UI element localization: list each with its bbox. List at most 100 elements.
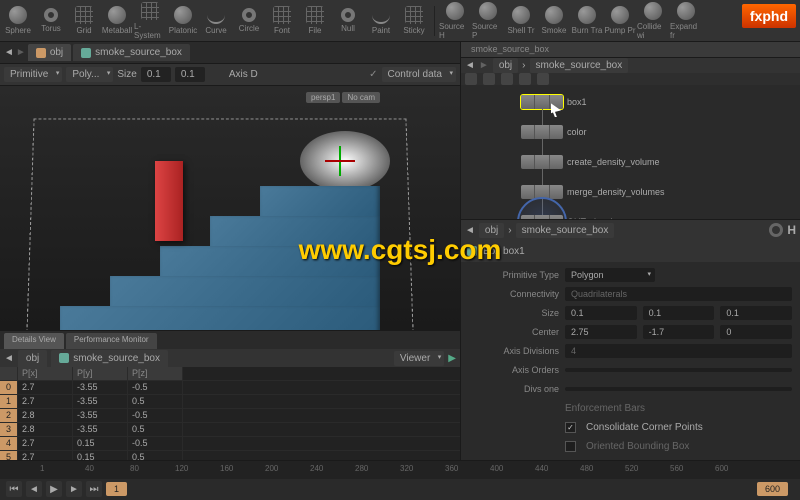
table-row[interactable]: 42.70.15-0.5	[0, 437, 460, 451]
tool-expandfr[interactable]: Expand fr	[670, 2, 702, 40]
tool-btn-5[interactable]	[537, 73, 549, 85]
tool-file[interactable]: File	[299, 2, 331, 40]
table-cell[interactable]: 2.7	[18, 437, 73, 450]
back-icon[interactable]: ◄	[4, 353, 14, 364]
tool-metaball[interactable]: Metaball	[101, 2, 133, 40]
table-cell[interactable]: -3.55	[73, 409, 128, 422]
tool-paint[interactable]: Paint	[365, 2, 397, 40]
bc-obj[interactable]: obj	[493, 58, 518, 73]
tool-curve[interactable]: Curve	[200, 2, 232, 40]
tool-sphere[interactable]: Sphere	[2, 2, 34, 40]
table-cell[interactable]: 0.15	[73, 451, 128, 460]
end-frame-field[interactable]: 600	[757, 482, 788, 496]
tool-platonic[interactable]: Platonic	[167, 2, 199, 40]
node-box[interactable]	[521, 155, 563, 169]
tool-circle[interactable]: Circle	[233, 2, 265, 40]
prim-type-dropdown[interactable]: Polygon	[565, 268, 655, 282]
center-x[interactable]: 2.75	[565, 325, 637, 339]
column-header[interactable]	[0, 367, 18, 380]
tool-btn-1[interactable]	[465, 73, 477, 85]
table-cell[interactable]: -0.5	[128, 381, 183, 394]
table-cell[interactable]: 0.5	[128, 423, 183, 436]
tool-sticky[interactable]: Sticky	[398, 2, 430, 40]
poly-dropdown[interactable]: Poly...	[66, 67, 113, 82]
next-frame-icon[interactable]: ►	[66, 481, 82, 497]
table-cell[interactable]: -3.55	[73, 381, 128, 394]
table-cell[interactable]: 2.8	[18, 423, 73, 436]
table-cell[interactable]: 5	[0, 451, 18, 460]
table-cell[interactable]: 0.5	[128, 395, 183, 408]
help-icon[interactable]: H	[787, 223, 796, 237]
spread-name-tab[interactable]: smoke_source_box	[51, 350, 168, 367]
size-z[interactable]: 0.1	[720, 306, 792, 320]
table-cell[interactable]: 0	[0, 381, 18, 394]
viewport-path-tab[interactable]: smoke_source_box	[73, 44, 190, 61]
tool-smoke[interactable]: Smoke	[538, 2, 570, 40]
size-field-1[interactable]: 0.1	[141, 67, 171, 82]
timeline-track[interactable]: 1408012016020024028032036040044048052056…	[0, 461, 800, 479]
back-icon[interactable]: ◄	[4, 47, 14, 58]
performance-tab[interactable]: Performance Monitor	[66, 333, 157, 349]
column-header[interactable]: P[z]	[128, 367, 183, 380]
size-x[interactable]: 0.1	[565, 306, 637, 320]
last-frame-icon[interactable]: ⏭	[86, 481, 102, 497]
tool-sourcep[interactable]: Source P	[472, 2, 504, 40]
spread-obj-tab[interactable]: obj	[18, 350, 47, 367]
tool-shelltr[interactable]: Shell Tr	[505, 2, 537, 40]
fwd-icon[interactable]: ►	[16, 47, 26, 58]
viewport-tab[interactable]: obj	[28, 44, 71, 61]
table-cell[interactable]: 2.8	[18, 409, 73, 422]
table-cell[interactable]: 2.7	[18, 381, 73, 394]
table-row[interactable]: 22.8-3.55-0.5	[0, 409, 460, 423]
table-row[interactable]: 52.70.150.5	[0, 451, 460, 460]
param-bc-name[interactable]: smoke_source_box	[516, 223, 615, 238]
axis-div-field[interactable]: 4	[565, 344, 792, 358]
node-create_density_volume[interactable]: create_density_volume	[521, 155, 660, 169]
table-row[interactable]: 12.7-3.550.5	[0, 395, 460, 409]
details-tab[interactable]: Details View	[4, 333, 64, 349]
node-color[interactable]: color	[521, 125, 587, 139]
transform-gizmo[interactable]	[325, 146, 355, 176]
first-frame-icon[interactable]: ⏮	[6, 481, 22, 497]
viewer-dropdown[interactable]: Viewer	[394, 351, 444, 366]
size-y[interactable]: 0.1	[643, 306, 715, 320]
tool-font[interactable]: Font	[266, 2, 298, 40]
start-frame-field[interactable]: 1	[106, 482, 127, 496]
table-cell[interactable]: 0.15	[73, 437, 128, 450]
back-icon[interactable]: ◄	[465, 225, 475, 236]
node-box[interactable]	[521, 125, 563, 139]
table-row[interactable]: 32.8-3.550.5	[0, 423, 460, 437]
play-icon[interactable]: ▶	[46, 481, 62, 497]
param-bc-obj[interactable]: obj	[479, 223, 504, 238]
table-cell[interactable]: 2	[0, 409, 18, 422]
center-y[interactable]: -1.7	[643, 325, 715, 339]
center-z[interactable]: 0	[720, 325, 792, 339]
tool-null[interactable]: Null	[332, 2, 364, 40]
tool-collidewi[interactable]: Collide wi	[637, 2, 669, 40]
tool-btn-3[interactable]	[501, 73, 513, 85]
divs-one-field[interactable]	[565, 387, 792, 391]
table-cell[interactable]: -3.55	[73, 423, 128, 436]
play-icon[interactable]: ▶	[448, 353, 456, 364]
node-box[interactable]	[521, 215, 563, 219]
smoke-source-box[interactable]	[155, 161, 183, 241]
column-header[interactable]: P[x]	[18, 367, 73, 380]
table-cell[interactable]: 4	[0, 437, 18, 450]
tool-l-system[interactable]: L-System	[134, 2, 166, 40]
tool-burntra[interactable]: Burn Tra	[571, 2, 603, 40]
primitive-dropdown[interactable]: Primitive	[4, 67, 62, 82]
column-header[interactable]: P[y]	[73, 367, 128, 380]
tool-grid[interactable]: Grid	[68, 2, 100, 40]
spreadsheet-table[interactable]: P[x]P[y]P[z] 02.7-3.55-0.512.7-3.550.522…	[0, 367, 460, 460]
table-cell[interactable]: 2.7	[18, 395, 73, 408]
table-cell[interactable]: 1	[0, 395, 18, 408]
node-box[interactable]	[521, 95, 563, 109]
3d-viewport[interactable]: persp1 No cam	[0, 86, 460, 330]
prev-frame-icon[interactable]: ◄	[26, 481, 42, 497]
table-row[interactable]: 02.7-3.55-0.5	[0, 381, 460, 395]
tool-torus[interactable]: Torus	[35, 2, 67, 40]
tool-sourceh[interactable]: Source H	[439, 2, 471, 40]
oriented-checkbox[interactable]	[565, 441, 576, 452]
fwd-icon[interactable]: ►	[479, 60, 489, 71]
table-cell[interactable]: -0.5	[128, 437, 183, 450]
